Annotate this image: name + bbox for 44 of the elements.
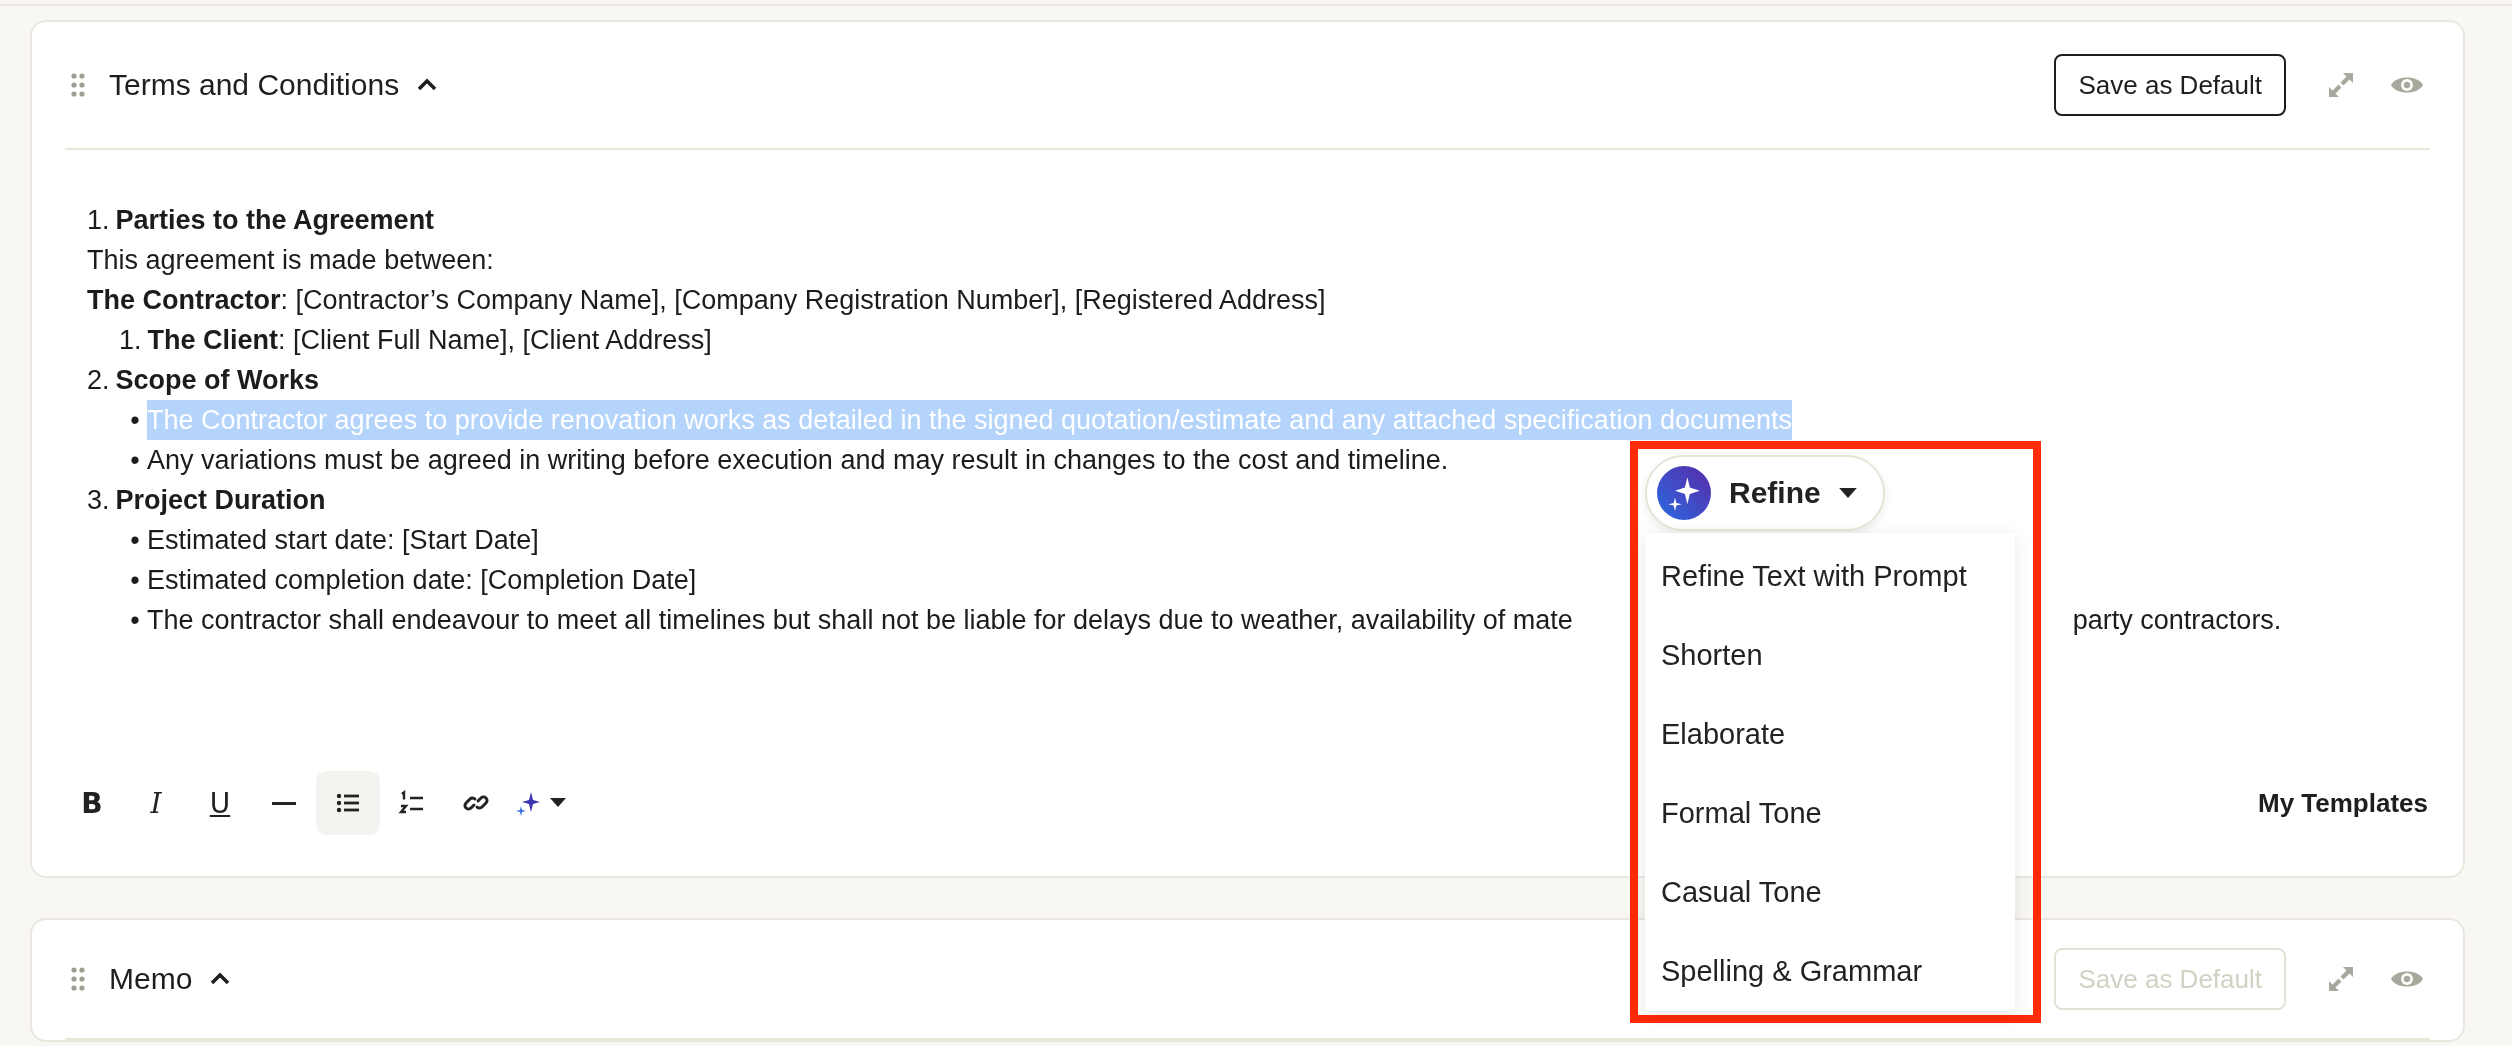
horizontal-rule-icon (272, 801, 296, 805)
sparkle-icon (1657, 466, 1711, 520)
italic-button[interactable]: I (124, 771, 188, 835)
body-text: This agreement is made between: (87, 244, 494, 277)
refine-button[interactable]: Refine (1645, 455, 1885, 531)
expand-icon[interactable] (2326, 70, 2356, 100)
list-marker: • (129, 604, 141, 637)
section-heading: Scope of Works (115, 364, 320, 397)
bullet-list-button[interactable] (316, 771, 380, 835)
bold-button[interactable]: B (60, 771, 124, 835)
body-text: Any variations must be agreed in writing before execution and may result in changes to the cost and timeline. (147, 444, 1449, 477)
menu-item[interactable]: Formal Tone (1645, 774, 2015, 853)
menu-item[interactable]: Elaborate (1645, 695, 2015, 774)
body-text: Estimated completion date: [Completion Date] (147, 564, 697, 597)
my-templates-link[interactable]: My Templates (2258, 787, 2428, 819)
list-marker: • (129, 524, 141, 557)
caret-icon (1838, 487, 1857, 499)
section-title: Memo (109, 962, 193, 996)
menu-item[interactable]: Casual Tone (1645, 853, 2015, 932)
expand-icon[interactable] (2326, 964, 2356, 994)
list-marker: 1. (119, 324, 142, 357)
underline-button[interactable]: U (188, 771, 252, 835)
body-text: Estimated start date: [Start Date] (147, 524, 539, 557)
section-heading: Project Duration (115, 484, 326, 517)
list-marker: • (129, 444, 141, 477)
drag-handle-icon[interactable] (71, 72, 85, 98)
body-text: party contractors. (2072, 604, 2282, 637)
selected-text: The Contractor agrees to provide renovation works as detailed in the signed quotation/estimate and any attached specification documents (147, 400, 1792, 440)
caret-icon (550, 798, 566, 808)
menu-item[interactable]: Shorten (1645, 616, 2015, 695)
menu-item[interactable]: Refine Text with Prompt (1645, 537, 2015, 616)
list-marker: • (129, 404, 141, 437)
section-title: Terms and Conditions (109, 68, 400, 102)
list-marker: 1. (87, 204, 110, 237)
body-text: The contractor shall endeavour to meet all timelines but shall not be liable for delays due to weather, availability of mate (147, 604, 1573, 637)
body-text: The Contractor: [Contractor’s Company Name], [Company Registration Number], [Registered Address] (87, 284, 1326, 317)
list-marker: 2. (87, 364, 110, 397)
save-as-default-button[interactable]: Save as Default (2054, 54, 2286, 116)
list-marker: • (129, 564, 141, 597)
drag-handle-icon[interactable] (71, 966, 85, 992)
section-heading: Parties to the Agreement (115, 204, 435, 237)
body-text: The Client: [Client Full Name], [Client Address] (147, 324, 712, 357)
menu-item[interactable]: Spelling & Grammar (1645, 932, 2015, 1011)
list-marker: 3. (87, 484, 110, 517)
